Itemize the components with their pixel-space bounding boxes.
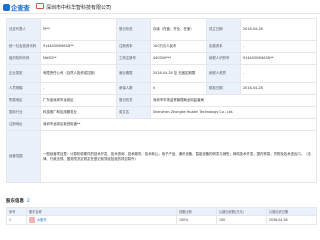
status-value: 存续（在营、开业、在册） [150,18,207,41]
company-type-label: 企业类型 [6,64,41,83]
shareholder-name[interactable]: 大股东 [37,218,47,222]
authority-value: 深圳市市场监督管理局龙岗监管局 [150,94,317,107]
logo-text: 企查查 [11,3,30,12]
legal-rep-label: 法定代表人 [6,18,41,41]
column-header: 认缴出资日期 [266,207,317,216]
column-header: 持股比例 [176,207,217,216]
address-value: 深圳市龙岗区坂田街道** [40,118,317,131]
established-value: 2016-04-28 [240,18,317,41]
scope-label: 经营范围 [6,130,41,183]
logo[interactable]: 企查查 [3,3,31,12]
industry-label: 国标行业 [6,106,41,119]
shareholders-title: 股东信息 [6,199,24,204]
reg-number-label: 工商注册号 [116,52,151,65]
company-type-value: 有限责任公司（自然人投资或控股） [40,64,117,83]
org-code-label: 组织机构代码 [6,52,41,65]
top-bar: 企查查 深圳市中科华智科技有限公司 [0,0,320,14]
legal-rep-value[interactable]: 叶** [40,18,117,41]
insured-label: 参保人数 [116,82,151,95]
credit-code-label: 统一社会信用代码 [6,40,41,53]
address-label: 注册地址 [6,118,41,131]
region-value: 广东省深圳市龙岗区 [40,94,117,107]
business-term-value: 2016-04-28 至 无固定期限 [150,64,207,83]
english-name-value: Shenzhen Zhongke Huazhi Technology Co., … [150,106,317,119]
approval-date-value: 2016-04-28 [240,82,317,95]
tax-id-label: 纳税人识别号 [206,52,241,65]
staff-value: - [40,82,117,95]
registered-capital-label: 注册资本 [116,40,151,53]
scope-value: 一般经营项目是：计算机软硬件的技术开发、技术咨询、技术服务、技术转让；电子产品、… [40,130,317,183]
reg-number-value: 440300*** [150,52,207,65]
staff-label: 人员规模 [6,82,41,95]
taxpayer-qual-value: - [240,64,317,83]
business-info-table: 法定代表人 叶** 登记状态 存续（在营、开业、在册） 成立日期 2016-04… [6,18,317,183]
shareholders-header-row: 序号 股东名称 持股比例 认缴出资额(万元) 认缴出资日期 [6,207,317,216]
status-label: 登记状态 [116,18,151,41]
column-header: 股东名称 [26,207,177,216]
taxpayer-qual-label: 纳税人资质 [206,64,241,83]
row-index: 1 [6,215,27,225]
credit-code-value: 91440300MA5D** [40,40,117,53]
status-tag [36,3,44,9]
subscribed-date: 2036-04-28 [266,215,317,225]
share-ratio: 100% [176,215,217,225]
approval-date-label: 核准日期 [206,82,241,95]
subscribed-amount: 100 [216,215,267,225]
english-name-label: 英文名 [116,106,151,119]
paid-capital-label: 实缴资本 [206,40,241,53]
authority-label: 登记机关 [116,94,151,107]
company-title: 深圳市中科华智科技有限公司 [46,5,112,11]
table-row: 1 大股东 100% 100 2036-04-28 [6,215,317,225]
paid-capital-value: - [240,40,317,53]
avatar [29,217,35,223]
column-header: 认缴出资额(万元) [216,207,267,216]
shareholder-cell[interactable]: 大股东 [26,215,177,225]
insured-value: 0 [150,82,207,95]
column-header: 序号 [6,207,27,216]
logo-icon [3,3,10,11]
shareholders-table: 序号 股东名称 持股比例 认缴出资额(万元) 认缴出资日期 1 大股东 100%… [6,207,317,225]
business-term-label: 营业期限 [116,64,151,83]
org-code-value: MA5D** [40,52,117,65]
industry-value: 科技推广和应用服务业 [40,106,117,119]
registered-capital-value: 100万元人民币 [150,40,207,53]
established-label: 成立日期 [206,18,241,41]
shareholders-section-title: 股东信息 2 [6,198,30,204]
tax-id-value: 91440300MA5D** [240,52,317,65]
shareholders-count: 2 [27,199,30,204]
region-label: 所属地区 [6,94,41,107]
